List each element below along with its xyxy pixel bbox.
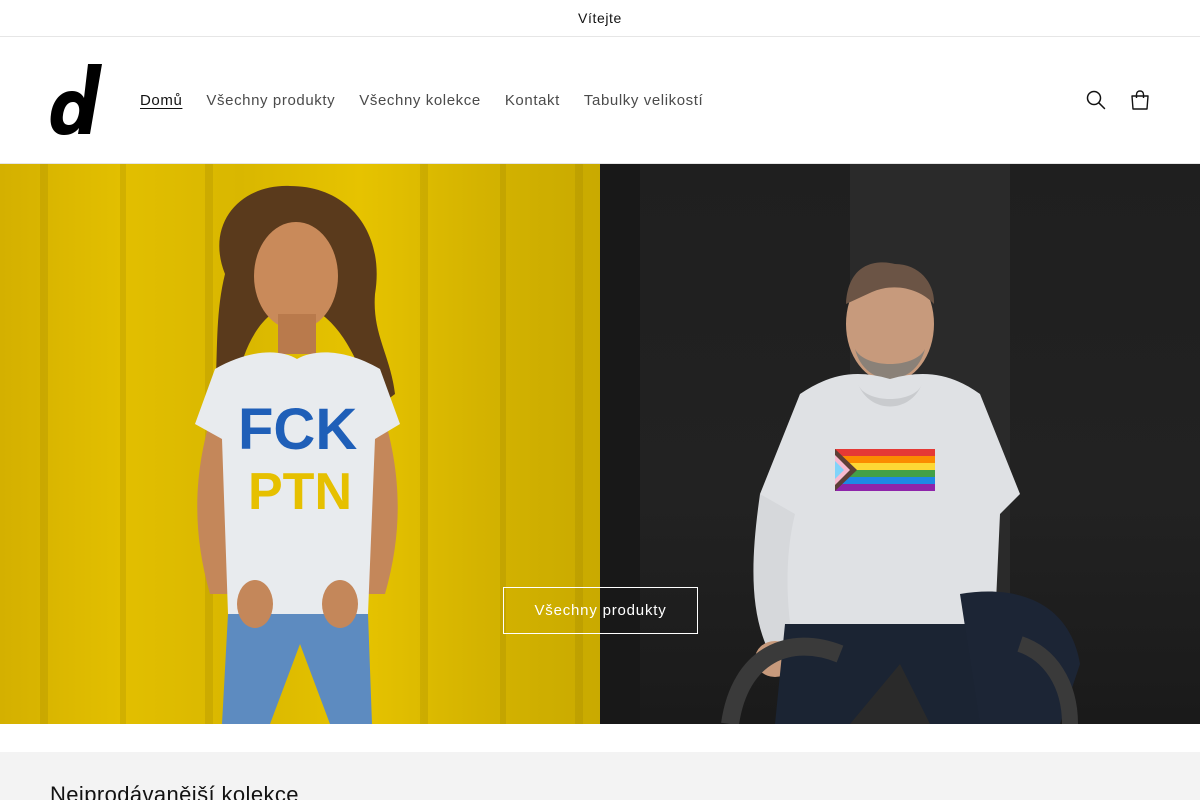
hero-image-right	[600, 164, 1200, 724]
nav-item-all-collections[interactable]: Všechny kolekce	[347, 80, 493, 121]
nav-item-all-products[interactable]: Všechny produkty	[194, 80, 347, 121]
main-navigation: Domů Všechny produkty Všechny kolekce Ko…	[128, 37, 715, 163]
nav-item-home[interactable]: Domů	[128, 80, 194, 121]
hero-all-products-button[interactable]: Všechny produkty	[503, 587, 698, 634]
store-logo[interactable]	[48, 62, 104, 138]
featured-collection-title: Nejprodávanější kolekce	[50, 782, 299, 800]
cart-button[interactable]	[1118, 78, 1162, 122]
search-button[interactable]	[1074, 78, 1118, 122]
shirt-print-line2: PTN	[248, 463, 352, 521]
hero-image-left: FCK PTN	[0, 164, 600, 724]
featured-collection-section: Nejprodávanější kolekce	[0, 752, 1200, 800]
announcement-bar: Vítejte	[0, 0, 1200, 37]
search-icon	[1086, 90, 1106, 110]
announcement-text: Vítejte	[578, 10, 622, 26]
nav-item-size-charts[interactable]: Tabulky velikostí	[572, 80, 715, 121]
site-header: Domů Všechny produkty Všechny kolekce Ko…	[0, 37, 1200, 164]
cart-icon	[1131, 90, 1149, 110]
hero-banner: FCK PTN Všechny produkty	[0, 164, 1200, 724]
nav-item-contact[interactable]: Kontakt	[493, 80, 572, 121]
shirt-print-line1: FCK	[238, 397, 357, 462]
